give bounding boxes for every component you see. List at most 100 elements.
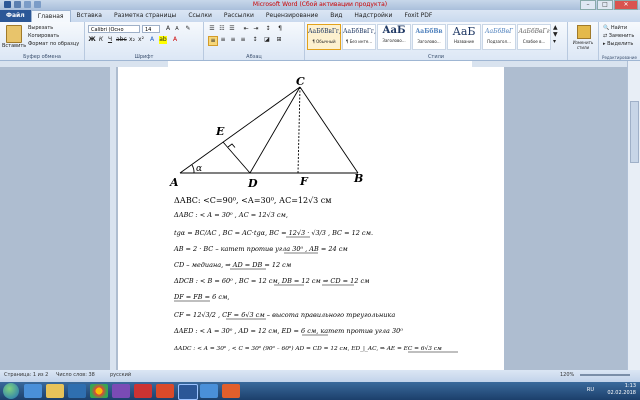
powerpoint-icon[interactable] [156, 384, 174, 398]
styles-scroll-icon[interactable]: ▲ ▼ ▾ [553, 24, 558, 45]
media-player-icon[interactable] [68, 384, 86, 398]
solution-line-4: CD – медиана, ⇒ AD = DB = 12 см [174, 261, 291, 269]
editing-group-label: Редактирование [602, 55, 637, 60]
grow-font-icon[interactable]: A [164, 25, 172, 33]
word-taskbar-icon[interactable] [178, 384, 198, 400]
explorer-icon[interactable] [46, 384, 64, 398]
solution-line-1: ΔАВС : < А = 30⁰ , АС = 12√3 см, [173, 211, 288, 219]
chrome-icon[interactable] [90, 384, 108, 398]
start-button[interactable] [3, 383, 19, 399]
title-bar: Microsoft Word (Сбой активации продукта)… [0, 0, 640, 10]
tab-review[interactable]: Рецензирование [260, 10, 324, 22]
clear-format-icon[interactable]: ✎ [184, 25, 192, 33]
status-bar: Страница: 1 из 2 Число слов: 38 русский … [0, 370, 640, 382]
vertical-ruler[interactable] [110, 67, 116, 370]
change-styles-icon[interactable] [577, 25, 591, 39]
tab-page-layout[interactable]: Разметка страницы [108, 10, 182, 22]
ribbon-tabs: Файл Главная Вставка Разметка страницы С… [0, 9, 640, 23]
bullets-icon[interactable]: ☰ [208, 25, 216, 33]
sort-icon[interactable]: ↕ [264, 25, 272, 33]
word-count[interactable]: Число слов: 38 [56, 372, 95, 378]
zoom-slider[interactable] [580, 374, 630, 376]
triangle-diagram: C E A α D F B ΔАВС: <С=90⁰, <А=30⁰, АС=1… [169, 75, 458, 353]
style-heading-1[interactable]: АаБ Заголово... [377, 24, 411, 50]
font-name-select[interactable]: Calibri (Осно [88, 25, 140, 33]
vertex-f-label: F [299, 175, 309, 188]
ribbon: Вставить Вырезать Копировать Формат по о… [0, 22, 640, 61]
borders-icon[interactable]: ⊞ [275, 36, 283, 44]
change-styles-button[interactable]: Изменить стили [569, 40, 597, 50]
strikethrough-icon[interactable]: abc [116, 36, 127, 44]
close-button[interactable]: ✕ [614, 0, 638, 10]
undo-icon[interactable] [24, 1, 31, 8]
shrink-font-icon[interactable]: A [173, 25, 181, 33]
maximize-button[interactable]: □ [597, 0, 613, 10]
clock[interactable]: 1:13 02.02.2018 [607, 383, 636, 397]
keyboard-language[interactable]: RU [587, 387, 594, 393]
align-right-icon[interactable]: ≡ [229, 36, 237, 44]
tab-home[interactable]: Главная [30, 9, 71, 23]
style-normal[interactable]: АаБбВвГг, ¶ Обычный [307, 24, 341, 50]
show-marks-icon[interactable]: ¶ [276, 25, 284, 33]
tab-insert[interactable]: Вставка [71, 10, 108, 22]
font-group: Calibri (Осно 14 A A ✎ Ж К Ч abc x₂ x² A… [85, 22, 204, 60]
language-indicator[interactable]: русский [110, 372, 131, 378]
app2-icon[interactable] [200, 384, 218, 398]
paste-icon[interactable] [6, 25, 22, 43]
font-size-select[interactable]: 14 [142, 25, 160, 33]
replace-icon: ⇄ [603, 33, 608, 39]
underline-icon[interactable]: Ч [106, 36, 114, 44]
redo-icon[interactable] [34, 1, 41, 8]
highlight-icon[interactable]: ab [159, 36, 167, 44]
shading-icon[interactable]: ◪ [263, 36, 271, 44]
paint-icon[interactable] [222, 384, 240, 398]
zoom-level[interactable]: 120% [560, 372, 574, 378]
justify-icon[interactable]: ≡ [239, 36, 247, 44]
select-button[interactable]: ▸ Выделить [603, 41, 633, 47]
tab-view[interactable]: Вид [324, 10, 348, 22]
format-painter-button[interactable]: Формат по образцу [28, 41, 79, 47]
page-count[interactable]: Страница: 1 из 2 [4, 372, 48, 378]
superscript-icon[interactable]: x² [137, 36, 145, 44]
save-icon[interactable] [14, 1, 21, 8]
style-subtle-emphasis[interactable]: АаБбВвГг Слабое в... [517, 24, 551, 50]
cut-button[interactable]: Вырезать [28, 25, 53, 31]
italic-icon[interactable]: К [97, 36, 105, 44]
minimize-button[interactable]: – [580, 0, 596, 10]
editing-group: 🔍 Найти ⇄ Заменить ▸ Выделить Редактиров… [599, 22, 640, 60]
text-effects-icon[interactable]: A [148, 36, 156, 44]
align-left-icon[interactable]: ≡ [208, 36, 218, 46]
line-spacing-icon[interactable]: ↕ [251, 36, 259, 44]
numbering-icon[interactable]: ☷ [218, 25, 226, 33]
paste-button[interactable]: Вставить [2, 43, 26, 49]
solution-line-9: ΔADC : < A = 30⁰ , < C = 30⁰ (90⁰ – 60⁰)… [173, 345, 442, 352]
opera-icon[interactable] [134, 384, 152, 398]
tab-file[interactable]: Файл [0, 10, 31, 22]
tab-mailings[interactable]: Рассылки [218, 10, 260, 22]
tab-addins[interactable]: Надстройки [348, 10, 398, 22]
increase-indent-icon[interactable]: ⇥ [252, 25, 260, 33]
copy-button[interactable]: Копировать [28, 33, 59, 39]
subscript-icon[interactable]: x₂ [128, 36, 136, 44]
decrease-indent-icon[interactable]: ⇤ [242, 25, 250, 33]
align-center-icon[interactable]: ≡ [219, 36, 227, 44]
style-title[interactable]: АаБ Название [447, 24, 481, 50]
bold-icon[interactable]: Ж [88, 36, 96, 44]
given-line: ΔАВС: <С=90⁰, <А=30⁰, АС=12√3 см [174, 196, 332, 205]
solution-line-6: DF = FB = 6 см, [173, 293, 229, 301]
ie-icon[interactable] [24, 384, 42, 398]
document-page[interactable]: C E A α D F B ΔАВС: <С=90⁰, <А=30⁰, АС=1… [118, 67, 504, 370]
vertical-scrollbar[interactable] [627, 61, 640, 370]
app-icon[interactable] [112, 384, 130, 398]
font-color-icon[interactable]: A [171, 36, 179, 44]
scrollbar-thumb[interactable] [630, 101, 639, 163]
style-heading-2[interactable]: АаБбВв Заголово... [412, 24, 446, 50]
style-subtitle[interactable]: АаБбВвГ Подзагол... [482, 24, 516, 50]
word-icon[interactable] [4, 1, 11, 8]
multilevel-list-icon[interactable]: ☰ [228, 25, 236, 33]
style-no-spacing[interactable]: АаБбВвГг, ¶ Без инте... [342, 24, 376, 50]
tab-foxit-pdf[interactable]: Foxit PDF [398, 10, 438, 22]
replace-button[interactable]: ⇄ Заменить [603, 33, 634, 39]
find-button[interactable]: 🔍 Найти [603, 25, 627, 31]
tab-references[interactable]: Ссылки [182, 10, 218, 22]
